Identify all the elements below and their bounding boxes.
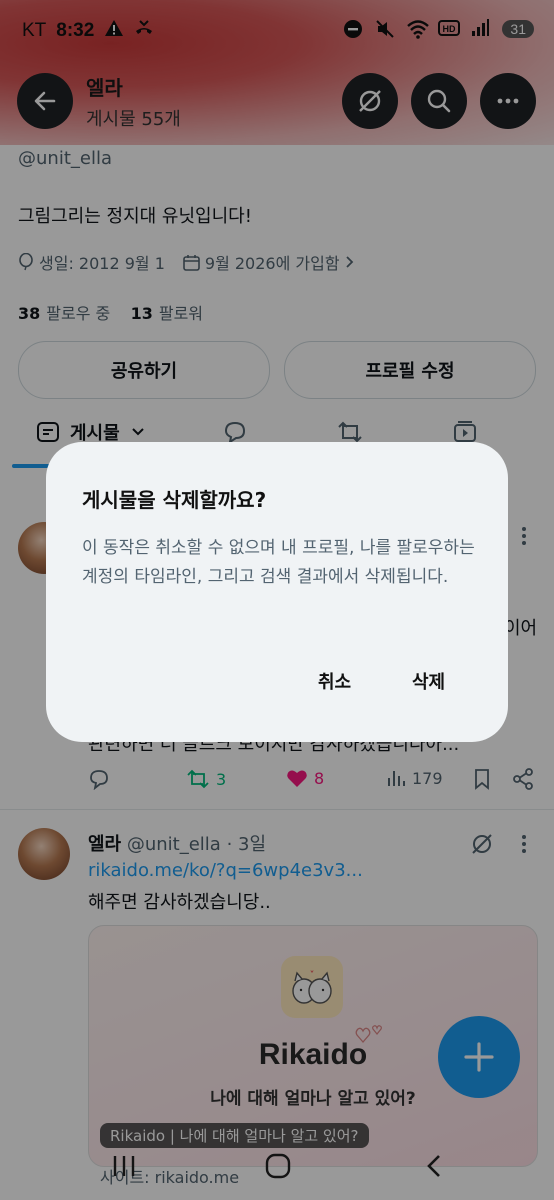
- delete-button[interactable]: 삭제: [406, 664, 451, 698]
- cancel-button[interactable]: 취소: [312, 664, 357, 698]
- dialog-title: 게시물을 삭제할까요?: [82, 488, 267, 512]
- dialog-body: 이 동작은 취소할 수 없으며 내 프로필, 나를 팔로우하는 계정의 타임라인…: [82, 538, 475, 587]
- delete-post-dialog: 게시물을 삭제할까요? 이 동작은 취소할 수 없으며 내 프로필, 나를 팔로…: [46, 442, 508, 742]
